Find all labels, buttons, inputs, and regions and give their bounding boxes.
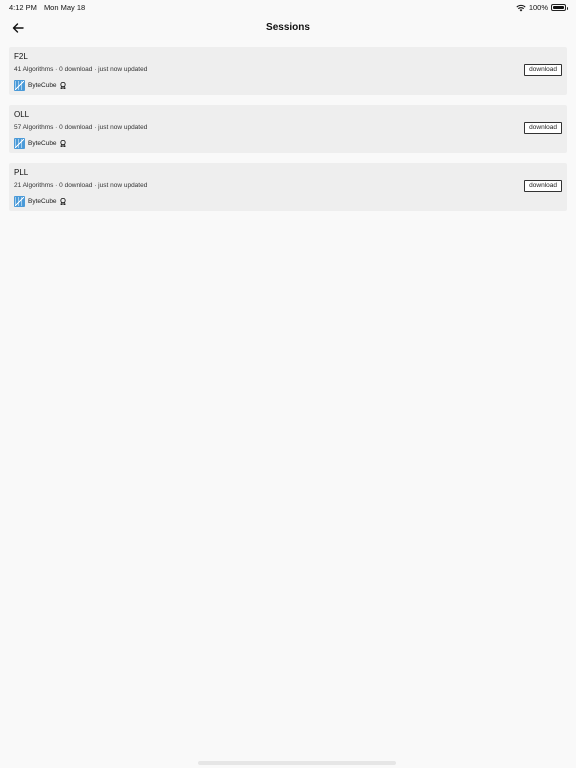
session-title: F2L	[14, 52, 28, 61]
download-button[interactable]: download	[524, 64, 562, 76]
author-avatar	[14, 138, 25, 149]
author-name: ByteCube	[28, 82, 57, 89]
download-button[interactable]: download	[524, 180, 562, 192]
author-name: ByteCube	[28, 140, 57, 147]
status-time: 4:12 PM	[9, 3, 37, 12]
session-meta: 41 Algorithms · 0 download · just now up…	[14, 66, 148, 73]
author-row: ByteCube	[14, 196, 562, 207]
status-right: 100%	[516, 3, 568, 12]
battery-icon	[551, 4, 568, 11]
session-meta: 21 Algorithms · 0 download · just now up…	[14, 182, 148, 189]
session-card-f2l[interactable]: F2L 41 Algorithms · 0 download · just no…	[9, 47, 567, 95]
author-avatar	[14, 80, 25, 91]
verified-badge-icon	[59, 198, 66, 205]
page-title: Sessions	[266, 22, 310, 33]
verified-badge-icon	[59, 82, 66, 89]
nav-bar: Sessions	[0, 18, 576, 38]
download-button[interactable]: download	[524, 122, 562, 134]
status-left: 4:12 PM Mon May 18	[9, 3, 85, 12]
session-title: PLL	[14, 168, 29, 177]
author-row: ByteCube	[14, 80, 562, 91]
battery-percent: 100%	[528, 3, 548, 12]
session-card-oll[interactable]: OLL 57 Algorithms · 0 download · just no…	[9, 105, 567, 153]
battery-fill	[553, 6, 564, 9]
home-indicator	[198, 761, 396, 765]
verified-badge-icon	[59, 140, 66, 147]
session-meta: 57 Algorithms · 0 download · just now up…	[14, 124, 148, 131]
session-card-pll[interactable]: PLL 21 Algorithms · 0 download · just no…	[9, 163, 567, 211]
session-title: OLL	[14, 110, 30, 119]
wifi-icon	[516, 4, 526, 12]
author-avatar	[14, 196, 25, 207]
status-bar: 4:12 PM Mon May 18 100%	[0, 0, 576, 14]
author-row: ByteCube	[14, 138, 562, 149]
status-date: Mon May 18	[43, 3, 86, 12]
author-name: ByteCube	[28, 198, 57, 205]
sessions-list: F2L 41 Algorithms · 0 download · just no…	[9, 47, 567, 221]
